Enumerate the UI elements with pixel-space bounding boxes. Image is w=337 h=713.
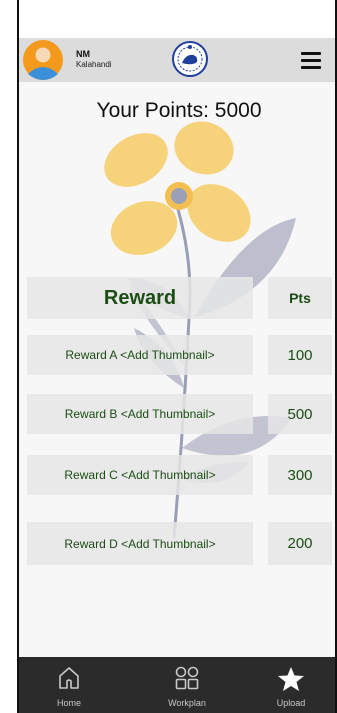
nav-home-label: Home <box>56 698 81 708</box>
home-icon <box>59 667 79 689</box>
reward-b-name[interactable]: Reward B <Add Thumbnail> <box>27 394 253 434</box>
nav-home[interactable]: Home <box>29 657 109 713</box>
nav-upload-label: Upload <box>276 698 306 708</box>
nav-workplan[interactable]: Workplan <box>147 657 227 713</box>
reward-a-points: 100 <box>268 335 332 375</box>
nav-workplan-label: Workplan <box>168 698 206 708</box>
user-name: NM <box>76 49 90 59</box>
nav-upload[interactable]: Upload <box>251 657 331 713</box>
reward-d-name[interactable]: Reward D <Add Thumbnail> <box>27 522 253 565</box>
points-column-header: Pts <box>268 277 332 319</box>
reward-a-name[interactable]: Reward A <Add Thumbnail> <box>27 335 253 375</box>
odisha-emblem-icon <box>172 41 208 77</box>
user-location: Kalahandi <box>76 60 112 69</box>
reward-d-points: 200 <box>268 522 332 565</box>
app-header: NM Kalahandi <box>19 38 337 82</box>
reward-c-points: 300 <box>268 455 332 495</box>
grid-icon <box>175 666 199 690</box>
app-screen: NM Kalahandi Your Points: 5000 Reward Pt… <box>17 0 337 713</box>
user-avatar-icon[interactable] <box>23 40 63 80</box>
hamburger-menu-icon[interactable] <box>301 50 323 70</box>
bottom-navigation: Home Workplan Upload <box>19 657 337 713</box>
reward-b-points: 500 <box>268 394 332 434</box>
reward-column-header: Reward <box>27 277 253 319</box>
reward-c-name[interactable]: Reward C <Add Thumbnail> <box>27 455 253 495</box>
status-area <box>19 0 337 38</box>
star-icon <box>278 667 304 691</box>
points-total: Your Points: 5000 <box>96 99 262 122</box>
